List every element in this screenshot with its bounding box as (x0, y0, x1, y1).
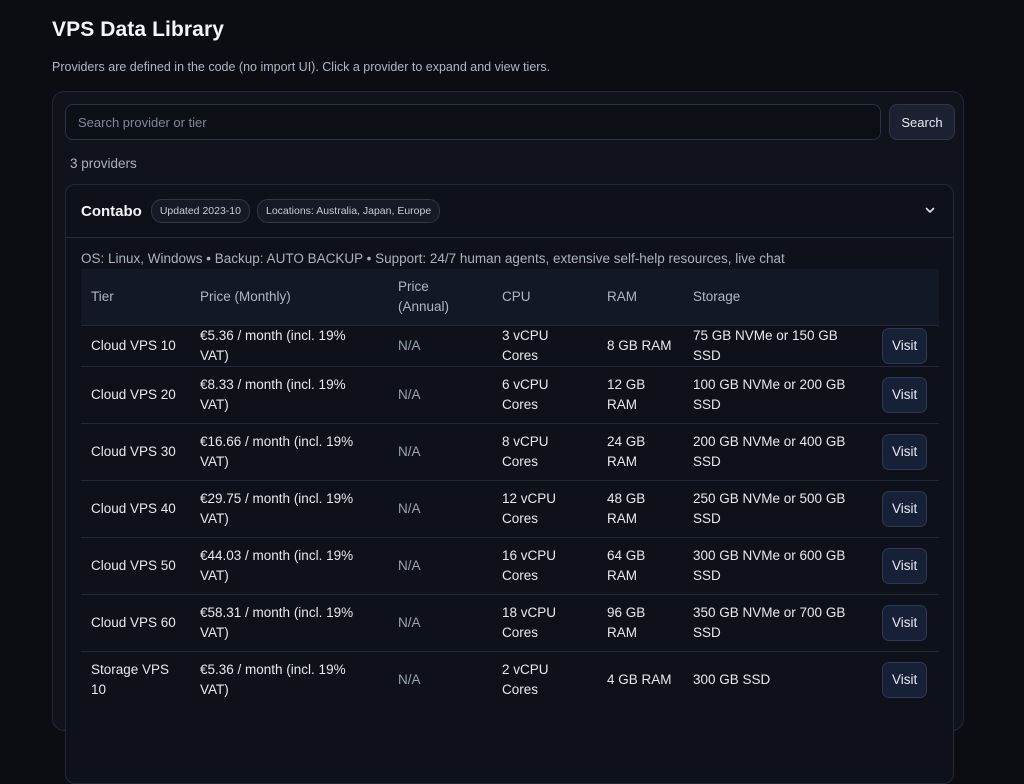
chevron-down-icon[interactable] (923, 203, 937, 217)
table-header-row: Tier Price (Monthly) Price (Annual) CPU … (81, 269, 939, 326)
provider-name: Contabo (81, 202, 142, 220)
cpu: 16 vCPU Cores (492, 537, 597, 595)
table-row: Cloud VPS 10 €5.36 / month (incl. 19% VA… (81, 325, 939, 367)
storage: 350 GB NVMe or 700 GB SSD (683, 594, 872, 652)
column-header-price-annual: Price (Annual) (398, 279, 450, 314)
provider-count: 3 providers (70, 156, 137, 171)
table-row: Cloud VPS 30 €16.66 / month (incl. 19% V… (81, 423, 939, 481)
provider-header[interactable]: Contabo Updated 2023-10 Locations: Austr… (66, 185, 953, 238)
table-row: Cloud VPS 50 €44.03 / month (incl. 19% V… (81, 537, 939, 595)
storage: 100 GB NVMe or 200 GB SSD (683, 366, 872, 424)
tier-name: Storage VPS 10 (81, 651, 190, 708)
tier-name: Cloud VPS 60 (81, 594, 190, 652)
price-monthly: €8.33 / month (incl. 19% VAT) (190, 366, 388, 424)
page: VPS Data Library Providers are defined i… (0, 0, 1024, 784)
visit-button[interactable]: Visit (882, 605, 928, 641)
ram: 24 GB RAM (597, 423, 683, 481)
page-subtitle: Providers are defined in the code (no im… (52, 60, 551, 74)
table-row: Cloud VPS 40 €29.75 / month (incl. 19% V… (81, 480, 939, 538)
storage: 300 GB NVMe or 600 GB SSD (683, 537, 872, 595)
cpu: 18 vCPU Cores (492, 594, 597, 652)
ram: 8 GB RAM (597, 325, 683, 367)
price-monthly: €16.66 / month (incl. 19% VAT) (190, 423, 388, 481)
price-annual: N/A (388, 325, 492, 367)
price-monthly: €44.03 / month (incl. 19% VAT) (190, 537, 388, 595)
table-row: Cloud VPS 60 €58.31 / month (incl. 19% V… (81, 594, 939, 652)
tier-name: Cloud VPS 30 (81, 423, 190, 481)
visit-button[interactable]: Visit (882, 328, 928, 364)
tier-name: Cloud VPS 20 (81, 366, 190, 424)
search-input[interactable] (65, 104, 881, 140)
tier-name: Cloud VPS 10 (81, 325, 190, 367)
ram: 12 GB RAM (597, 366, 683, 424)
price-monthly: €5.36 / month (incl. 19% VAT) (190, 651, 388, 708)
visit-button[interactable]: Visit (882, 491, 928, 527)
column-header-storage: Storage (693, 289, 741, 304)
price-monthly: €5.36 / month (incl. 19% VAT) (190, 325, 388, 367)
visit-button[interactable]: Visit (882, 548, 928, 584)
library-panel: Search 3 providers Contabo Updated 2023-… (52, 91, 964, 784)
tier-name: Cloud VPS 40 (81, 480, 190, 538)
storage: 250 GB NVMe or 500 GB SSD (683, 480, 872, 538)
price-annual: N/A (388, 651, 492, 708)
visit-button[interactable]: Visit (882, 662, 928, 698)
cpu: 8 vCPU Cores (492, 423, 597, 481)
updated-badge: Updated 2023-10 (150, 199, 250, 223)
visit-button[interactable]: Visit (882, 377, 928, 413)
storage: 75 GB NVMe or 150 GB SSD (683, 325, 872, 367)
price-monthly: €29.75 / month (incl. 19% VAT) (190, 480, 388, 538)
cpu: 3 vCPU Cores (492, 325, 597, 367)
ram: 96 GB RAM (597, 594, 683, 652)
column-header-price-monthly: Price (Monthly) (200, 289, 291, 304)
table-row: Storage VPS 10 €5.36 / month (incl. 19% … (81, 651, 939, 708)
provider-meta: OS: Linux, Windows • Backup: AUTO BACKUP… (81, 251, 785, 266)
cpu: 12 vCPU Cores (492, 480, 597, 538)
tier-name: Cloud VPS 50 (81, 537, 190, 595)
ram: 48 GB RAM (597, 480, 683, 538)
column-header-tier: Tier (91, 289, 114, 304)
ram: 4 GB RAM (597, 651, 683, 708)
locations-badge: Locations: Australia, Japan, Europe (256, 199, 441, 223)
column-header-cpu: CPU (502, 289, 531, 304)
tiers-table: Tier Price (Monthly) Price (Annual) CPU … (81, 269, 939, 708)
ram: 64 GB RAM (597, 537, 683, 595)
visit-button[interactable]: Visit (882, 434, 928, 470)
search-button[interactable]: Search (889, 104, 955, 140)
column-header-action (872, 269, 939, 326)
column-header-ram: RAM (607, 289, 637, 304)
price-monthly: €58.31 / month (incl. 19% VAT) (190, 594, 388, 652)
price-annual: N/A (388, 480, 492, 538)
cpu: 2 vCPU Cores (492, 651, 597, 708)
storage: 200 GB NVMe or 400 GB SSD (683, 423, 872, 481)
price-annual: N/A (388, 594, 492, 652)
price-annual: N/A (388, 366, 492, 424)
price-annual: N/A (388, 537, 492, 595)
page-title: VPS Data Library (52, 18, 224, 41)
cpu: 6 vCPU Cores (492, 366, 597, 424)
provider-card-contabo: Contabo Updated 2023-10 Locations: Austr… (65, 184, 954, 784)
table-row: Cloud VPS 20 €8.33 / month (incl. 19% VA… (81, 366, 939, 424)
price-annual: N/A (388, 423, 492, 481)
storage: 300 GB SSD (683, 651, 872, 708)
